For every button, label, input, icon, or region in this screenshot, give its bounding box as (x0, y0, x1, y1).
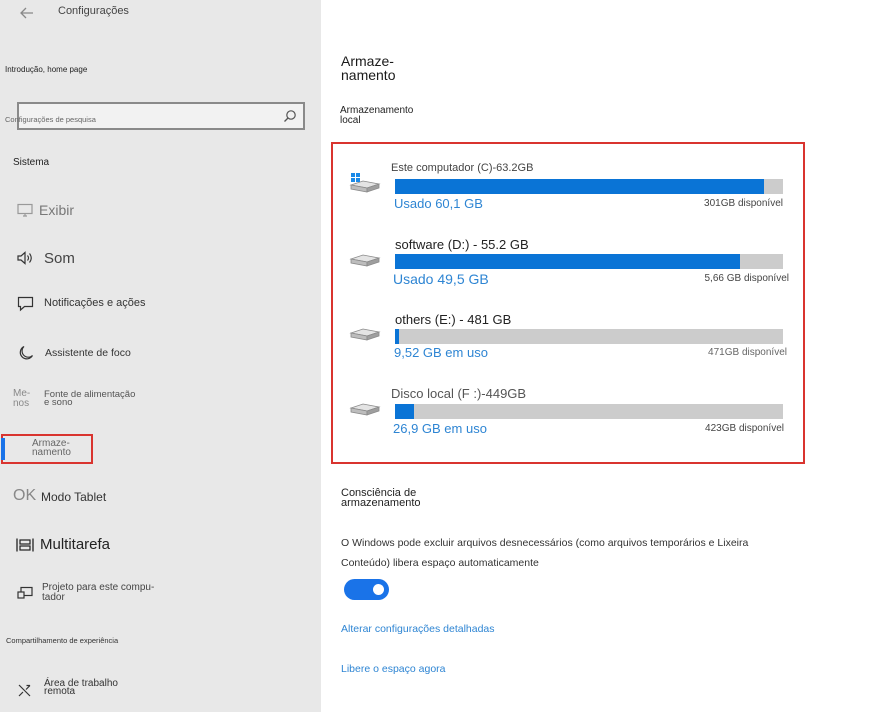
window-title: Configurações (58, 5, 129, 17)
sidebar-item-area-de-trabalho-remota[interactable]: Área de trabalho remota (0, 676, 321, 706)
sidebar-item-label: Exibir (39, 202, 75, 218)
back-arrow-icon[interactable] (18, 4, 36, 22)
drive-usage-fill (395, 329, 399, 344)
change-settings-link[interactable]: Alterar configurações detalhadas (341, 623, 495, 635)
sidebar-item-label: Fonte de alimentação e sono (44, 389, 136, 408)
sidebar-item-exibir[interactable]: Exibir (0, 195, 321, 225)
search-icon[interactable] (283, 109, 297, 123)
drive-used: 9,52 GB em uso (394, 345, 488, 360)
drive-name: software (D:) - 55.2 GB (395, 237, 529, 252)
drive-usage-fill (395, 404, 415, 419)
drive-name: Este computador (C)-63.2GB (391, 162, 534, 174)
sidebar-item-armazenamento[interactable]: Armaze- namento (0, 436, 321, 466)
sidebar-item-label: Multitarefa (40, 536, 111, 553)
sidebar-item-label: Projeto para este compu- tador (42, 582, 155, 603)
sidebar-item-label: Assistente de foco (45, 347, 131, 359)
sidebar-item-projeto[interactable]: Projeto para este compu- tador (0, 580, 321, 610)
sidebar-item-label: Armaze- namento (32, 438, 71, 458)
drive-usage-bar (395, 404, 783, 419)
storage-sense-heading: Consciência de armazenamento (341, 487, 421, 509)
multitask-icon (16, 537, 34, 558)
section-heading: Compartilhamento de experiência (6, 636, 119, 645)
moon-icon (18, 345, 34, 366)
sidebar-item-notificacoes[interactable]: Notificações e ações (0, 289, 321, 319)
drive-free: 301GB disponível (704, 198, 783, 209)
drive-used: Usado 60,1 GB (394, 196, 483, 211)
sidebar-item-multitarefa[interactable]: Multitarefa (0, 530, 321, 560)
sidebar-item-label: Área de trabalho remota (44, 678, 118, 697)
sidebar-item-modo-tablet[interactable]: OK Modo Tablet (0, 482, 321, 512)
drive-usage-bar (395, 254, 783, 269)
power-icon: Me- nos (13, 388, 31, 409)
monitor-icon (17, 203, 33, 222)
section-heading: Sistema (13, 157, 50, 168)
sidebar-item-label: Som (44, 250, 75, 267)
drive-icon (349, 324, 381, 346)
tablet-icon: OK (13, 487, 37, 504)
sidebar-item-assistente-de-foco[interactable]: Assistente de foco (0, 338, 321, 368)
drive-used: 26,9 GB em uso (393, 421, 487, 436)
sidebar-item-label: Notificações e ações (44, 297, 146, 309)
search-input[interactable]: Configurações de pesquisa (5, 115, 96, 124)
drive-usage-fill (395, 254, 740, 269)
sidebar-item-label: Modo Tablet (41, 490, 107, 504)
drive-name: Disco local (F :)-449GB (391, 386, 527, 401)
storage-sense-toggle[interactable] (344, 579, 389, 600)
windows-drive-icon (349, 172, 381, 194)
drive-free: 5,66 GB disponível (704, 273, 790, 284)
sidebar: Configurações Introdução, home page Conf… (0, 0, 321, 712)
drive-free: 471GB disponível (708, 347, 787, 358)
page-title: Armaze- namento (341, 53, 396, 83)
drive-usage-bar (395, 179, 783, 194)
storage-sense-description: O Windows pode excluir arquivos desneces… (341, 537, 749, 569)
remote-icon (17, 683, 32, 703)
sidebar-item-som[interactable]: Som (0, 243, 321, 273)
local-storage-heading: Armazenamento local (340, 105, 414, 126)
home-link[interactable]: Introdução, home page (5, 65, 87, 74)
free-space-link[interactable]: Libere o espaço agora (341, 663, 446, 675)
drive-icon (349, 399, 381, 421)
speaker-icon (16, 250, 34, 271)
notification-icon (17, 296, 34, 317)
project-icon (17, 586, 34, 606)
drive-used: Usado 49,5 GB (393, 271, 489, 287)
sidebar-item-fonte-de-alimentacao[interactable]: Me- nos Fonte de alimentação e sono (0, 388, 321, 418)
toggle-knob (373, 584, 384, 595)
drive-icon (349, 250, 381, 272)
drive-name: others (E:) - 481 GB (395, 312, 512, 327)
drive-free: 423GB disponível (705, 423, 784, 434)
drive-usage-fill (395, 179, 765, 194)
drive-usage-bar (395, 329, 783, 344)
